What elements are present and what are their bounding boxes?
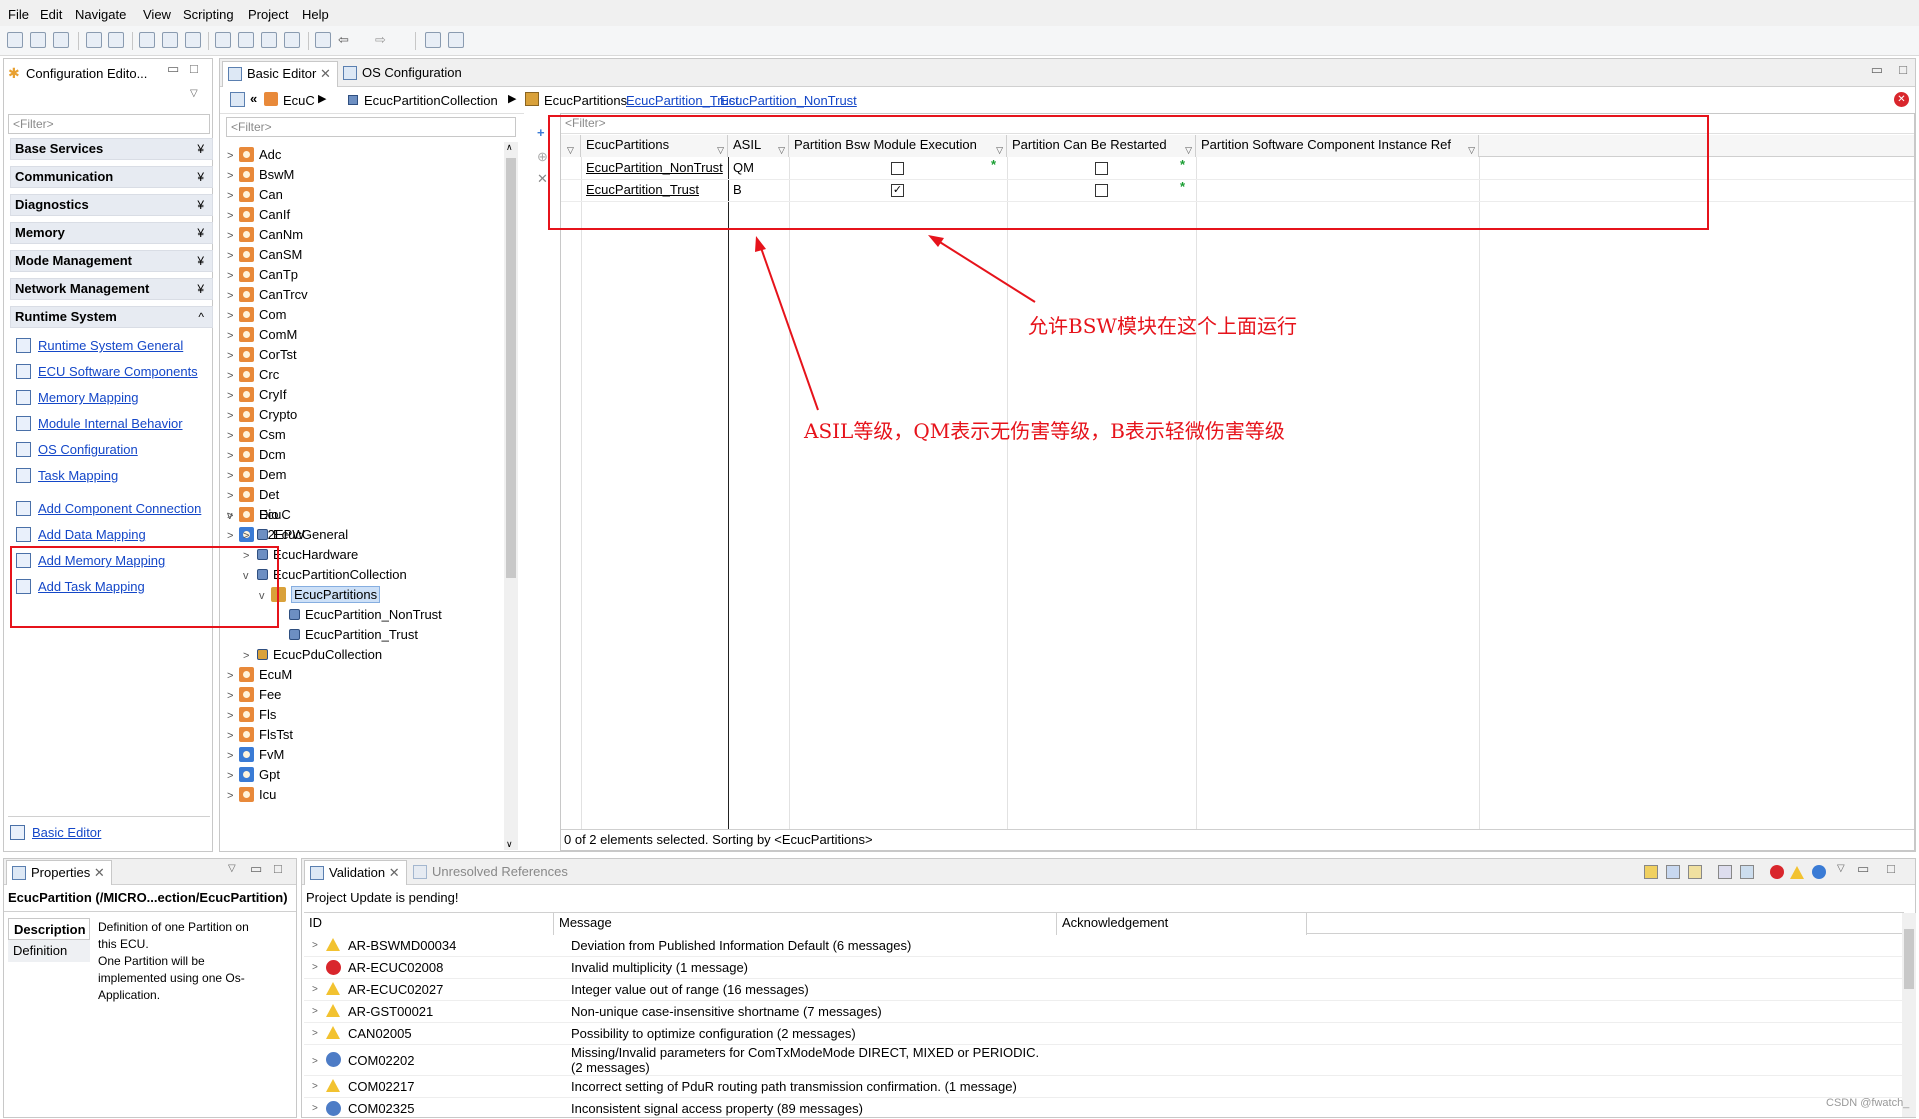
validation-id: COM02202 [348,1053,415,1068]
gear-icon [326,1052,341,1067]
close-icon[interactable]: ✕ [94,865,105,880]
warning-gear-icon [326,938,340,951]
solve-all-icon[interactable] [1688,865,1702,879]
watermark-text: CSDN @fwatch_ [1826,1097,1910,1109]
warning-icon [326,1026,340,1039]
validation-message: Incorrect setting of PduR routing path t… [571,1079,1017,1094]
scrollbar-thumb[interactable] [1904,929,1914,989]
view-menu-chevron-icon[interactable]: ▽ [228,863,236,874]
solve-icon[interactable] [1666,865,1680,879]
properties-title: EcucPartition (/MICRO...ection/EcucParti… [8,890,288,905]
expand-chevron-icon[interactable]: > [312,957,318,978]
filter-icon[interactable] [1740,865,1754,879]
gear-icon [326,1101,341,1116]
validation-message: Integer value out of range (16 messages) [571,982,809,997]
validation-message: Missing/Invalid parameters for ComTxMode… [571,1045,1040,1075]
properties-icon [12,866,26,880]
minimize-icon[interactable]: ▭ [1857,861,1869,877]
project-update-status: Project Update is pending! [306,890,459,905]
section-description[interactable]: Description [8,918,90,940]
validation-id: AR-ECUC02008 [348,960,444,975]
maximize-icon[interactable]: □ [1887,861,1895,876]
info-filter-icon[interactable] [1812,865,1826,879]
validation-id: AR-BSWMD00034 [348,938,457,953]
validation-id: COM02217 [348,1079,415,1094]
error-filter-icon[interactable] [1770,865,1784,879]
description-text: Definition of one Partition on this ECU.… [98,920,249,1002]
validation-table-header: ID Message Acknowledgement [304,912,1904,935]
validation-message: Deviation from Published Information Def… [571,938,912,953]
expand-chevron-icon[interactable]: > [312,1076,318,1097]
tab-unresolved-references[interactable]: Unresolved References [408,860,574,886]
validation-scrollbar[interactable] [1902,913,1916,1117]
minimize-icon[interactable]: ▭ [250,861,262,877]
validation-id: CAN02005 [348,1026,412,1041]
validation-id: COM02325 [348,1101,415,1116]
validation-message: Possibility to optimize configuration (2… [571,1026,856,1041]
close-icon[interactable]: ✕ [389,865,400,880]
warning-icon [326,1004,340,1017]
warning-gear-icon [326,1079,340,1092]
properties-pane: Properties ✕ ▽ ▭ □ EcucPartition (/MICRO… [3,858,297,1118]
warning-filter-icon[interactable] [1790,866,1804,879]
maximize-icon[interactable]: □ [274,861,282,876]
validation-id: AR-ECUC02027 [348,982,444,997]
col-message[interactable]: Message [554,913,1057,935]
col-acknowledgement[interactable]: Acknowledgement [1057,913,1307,935]
validation-message: Non-unique case-insensitive shortname (7… [571,1004,882,1019]
col-id[interactable]: ID [304,913,554,935]
error-icon [326,960,341,975]
run-validation-icon[interactable] [1644,865,1658,879]
reference-icon [413,865,427,879]
validation-rows: > AR-BSWMD00034 Deviation from Published I… [304,935,1902,1119]
expand-chevron-icon[interactable]: > [312,979,318,1000]
expand-chevron-icon[interactable]: > [312,1001,318,1022]
validation-message: Invalid multiplicity (1 message) [571,960,749,975]
annotation-asil-note: ASIL等级，QM表示无伤害等级，B表示轻微伤害等级 [804,419,1285,443]
validation-id: AR-GST00021 [348,1004,434,1019]
warning-gear-icon [326,982,340,995]
section-definition[interactable]: Definition [8,940,90,962]
tab-validation[interactable]: Validation ✕ [304,860,407,885]
tab-properties[interactable]: Properties ✕ [6,860,112,885]
annotation-bsw-note: 允许BSW模块在这个上面运行 [1028,314,1297,338]
validation-icon [310,866,324,880]
expand-chevron-icon[interactable]: > [312,1051,318,1072]
validation-message: Inconsistent signal access property (89 … [571,1101,863,1116]
settings-icon[interactable] [1718,865,1732,879]
expand-chevron-icon[interactable]: > [312,1023,318,1044]
expand-chevron-icon[interactable]: > [312,1098,318,1119]
validation-pane: Validation ✕ Unresolved References ▽ ▭ □… [301,858,1916,1118]
expand-chevron-icon[interactable]: > [312,935,318,956]
view-menu-chevron-icon[interactable]: ▽ [1837,863,1845,874]
